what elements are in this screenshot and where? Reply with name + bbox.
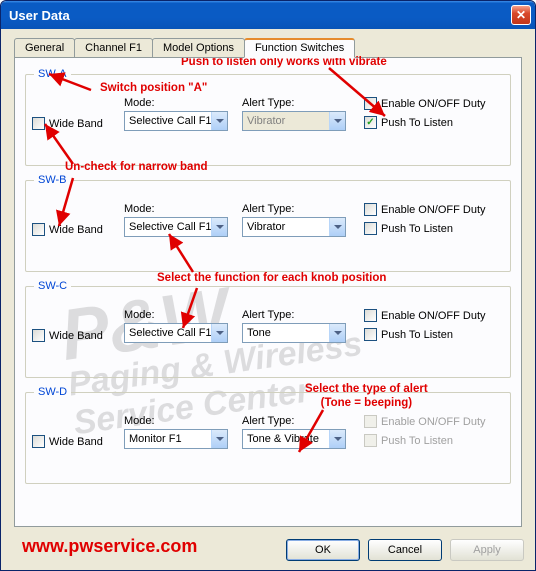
- wide-band-checkbox-b[interactable]: Wide Band: [32, 223, 124, 236]
- checkbox-icon: [32, 329, 45, 342]
- chevron-down-icon: [211, 324, 227, 342]
- checkbox-icon: [364, 222, 377, 235]
- mode-combo-c[interactable]: Selective Call F1: [124, 323, 228, 343]
- tab-general[interactable]: General: [14, 38, 75, 58]
- push-listen-checkbox-c[interactable]: Push To Listen: [364, 328, 504, 341]
- mode-combo-d[interactable]: Monitor F1: [124, 429, 228, 449]
- checkbox-icon: [364, 415, 377, 428]
- legend-sw-a: SW-A: [34, 68, 71, 80]
- dialog-buttons: OK Cancel Apply: [286, 539, 524, 561]
- alert-combo-d[interactable]: Tone & Vibrate: [242, 429, 346, 449]
- legend-sw-c: SW-C: [34, 280, 71, 292]
- annotation-push-listen: Push to listen only works with vibrate: [181, 56, 387, 70]
- push-listen-checkbox-d: Push To Listen: [364, 434, 504, 447]
- alert-combo-c[interactable]: Tone: [242, 323, 346, 343]
- checkbox-icon: [364, 309, 377, 322]
- enable-duty-checkbox-a[interactable]: Enable ON/OFF Duty: [364, 97, 504, 110]
- window-title: User Data: [9, 8, 70, 23]
- legend-sw-b: SW-B: [34, 174, 71, 186]
- group-sw-b: SW-B Wide Band Mode: Selective Call F1: [25, 180, 511, 272]
- chevron-down-icon: [211, 430, 227, 448]
- close-button[interactable]: ✕: [511, 5, 531, 25]
- chevron-down-icon: [329, 112, 345, 130]
- push-listen-checkbox-b[interactable]: Push To Listen: [364, 222, 504, 235]
- group-sw-d: SW-D Wide Band Mode: Monitor F1: [25, 392, 511, 484]
- alert-label: Alert Type:: [242, 309, 364, 321]
- legend-sw-d: SW-D: [34, 386, 71, 398]
- alert-combo-b[interactable]: Vibrator: [242, 217, 346, 237]
- tab-strip: General Channel F1 Model Options Functio…: [14, 38, 522, 58]
- wide-band-checkbox-c[interactable]: Wide Band: [32, 329, 124, 342]
- wide-band-checkbox-a[interactable]: Wide Band: [32, 117, 124, 130]
- titlebar: User Data ✕: [1, 1, 535, 29]
- alert-label: Alert Type:: [242, 97, 364, 109]
- tab-function-switches[interactable]: Function Switches: [244, 38, 355, 58]
- mode-label: Mode:: [124, 203, 242, 215]
- mode-combo-a[interactable]: Selective Call F1: [124, 111, 228, 131]
- wide-band-checkbox-d[interactable]: Wide Band: [32, 435, 124, 448]
- push-listen-checkbox-a[interactable]: ✓ Push To Listen: [364, 116, 504, 129]
- cancel-button[interactable]: Cancel: [368, 539, 442, 561]
- checkbox-icon: ✓: [364, 116, 377, 129]
- chevron-down-icon: [211, 112, 227, 130]
- group-sw-c: SW-C Wide Band Mode: Selective Call F1: [25, 286, 511, 378]
- checkbox-icon: [364, 434, 377, 447]
- tab-model-options[interactable]: Model Options: [152, 38, 245, 58]
- tab-channel-f1[interactable]: Channel F1: [74, 38, 153, 58]
- url-text: www.pwservice.com: [22, 536, 197, 557]
- mode-label: Mode:: [124, 309, 242, 321]
- mode-label: Mode:: [124, 415, 242, 427]
- apply-button: Apply: [450, 539, 524, 561]
- close-icon: ✕: [516, 8, 526, 22]
- checkbox-icon: [32, 435, 45, 448]
- checkbox-icon: [32, 117, 45, 130]
- chevron-down-icon: [329, 218, 345, 236]
- enable-duty-checkbox-d: Enable ON/OFF Duty: [364, 415, 504, 428]
- chevron-down-icon: [329, 324, 345, 342]
- tabpanel-function-switches: P&W Paging & Wireless Service Center SW-…: [14, 57, 522, 527]
- group-sw-a: SW-A Wide Band Mode: Selective Call F1: [25, 74, 511, 166]
- annotation-function: Select the function for each knob positi…: [157, 272, 386, 286]
- mode-label: Mode:: [124, 97, 242, 109]
- chevron-down-icon: [329, 430, 345, 448]
- chevron-down-icon: [211, 218, 227, 236]
- enable-duty-checkbox-c[interactable]: Enable ON/OFF Duty: [364, 309, 504, 322]
- alert-label: Alert Type:: [242, 415, 364, 427]
- mode-combo-b[interactable]: Selective Call F1: [124, 217, 228, 237]
- checkbox-icon: [364, 97, 377, 110]
- checkbox-icon: [364, 203, 377, 216]
- enable-duty-checkbox-b[interactable]: Enable ON/OFF Duty: [364, 203, 504, 216]
- alert-label: Alert Type:: [242, 203, 364, 215]
- checkbox-icon: [364, 328, 377, 341]
- checkbox-icon: [32, 223, 45, 236]
- ok-button[interactable]: OK: [286, 539, 360, 561]
- alert-combo-a: Vibrator: [242, 111, 346, 131]
